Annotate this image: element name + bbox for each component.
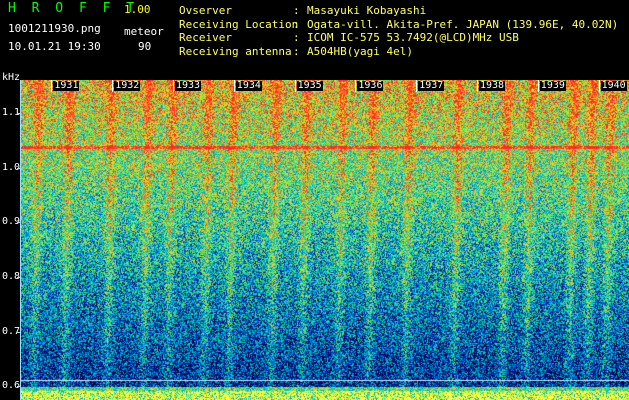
x-tick-label: 1940 [600,80,627,91]
info-key: Receiver [179,31,232,45]
info-separator: : [293,4,300,17]
x-tick-label: 1932 [114,80,141,91]
x-tick-label: 1935 [296,80,323,91]
info-separator: : [293,44,300,58]
x-tick-mark [294,80,296,92]
x-tick-label: 1938 [479,80,506,91]
x-tick-label: 1939 [539,80,566,91]
x-tick-mark [477,80,478,92]
info-row-location: Receiving Location: Ogata-vill. Akita-Pre… [179,18,618,32]
info-value: Ogata-vill. Akita-Pref. JAPAN (139.96E, … [307,17,619,31]
info-key: Receiving Location [179,17,299,31]
x-tick-mark [112,80,114,92]
x-tick-mark [355,80,357,92]
station-info: Ovserver: Masayuki Kobayashi Receiving Lo… [179,4,618,58]
info-row-observer: Ovserver: Masayuki Kobayashi [179,4,618,18]
info-value: Masayuki Kobayashi [307,4,427,17]
y-tick-label: 0.7 [2,325,21,337]
info-row-receiver: Receiver: ICOM IC-575 53.7492(@LCD)MHz US… [179,31,618,45]
y-tick-label: 0.6 [2,380,21,392]
mode-count: 90 [138,40,152,53]
x-tick-mark [598,80,600,92]
y-tick-label: 0.8 [2,270,21,282]
info-separator: : [293,17,300,31]
x-tick-mark [173,80,174,92]
x-tick-label: 1931 [53,80,80,91]
app-version: 1.00 [124,3,151,16]
info-key: Receiving antenna [179,44,292,58]
date-time: 10.01.21 19:30 [8,40,101,53]
x-tick-mark [51,80,53,92]
x-tick-label: 1936 [357,80,384,91]
x-tick-mark [416,80,418,92]
y-tick-label: 0.9 [2,216,21,228]
x-tick-label: 1933 [175,80,202,91]
spectrogram-image [21,80,629,400]
x-tick-mark [537,80,539,92]
info-key: Ovserver [179,4,232,17]
info-separator: : [293,31,300,45]
file-name: 1001211930.png [8,22,101,35]
x-tick-label: 1937 [418,80,445,91]
info-row-antenna: Receiving antenna: A504HB(yagi 4el) [179,45,618,59]
x-tick-mark [233,80,235,92]
info-value: ICOM IC-575 53.7492(@LCD)MHz USB [307,31,519,45]
info-value: A504HB(yagi 4el) [307,44,413,58]
app-title: H R O F F T [8,1,139,16]
y-tick-label: 1.0 [2,161,21,173]
mode-label: meteor [124,25,164,38]
y-axis-unit: kHz [2,72,21,83]
x-tick-label: 1934 [235,80,262,91]
y-tick-label: 1.1 [2,106,21,118]
